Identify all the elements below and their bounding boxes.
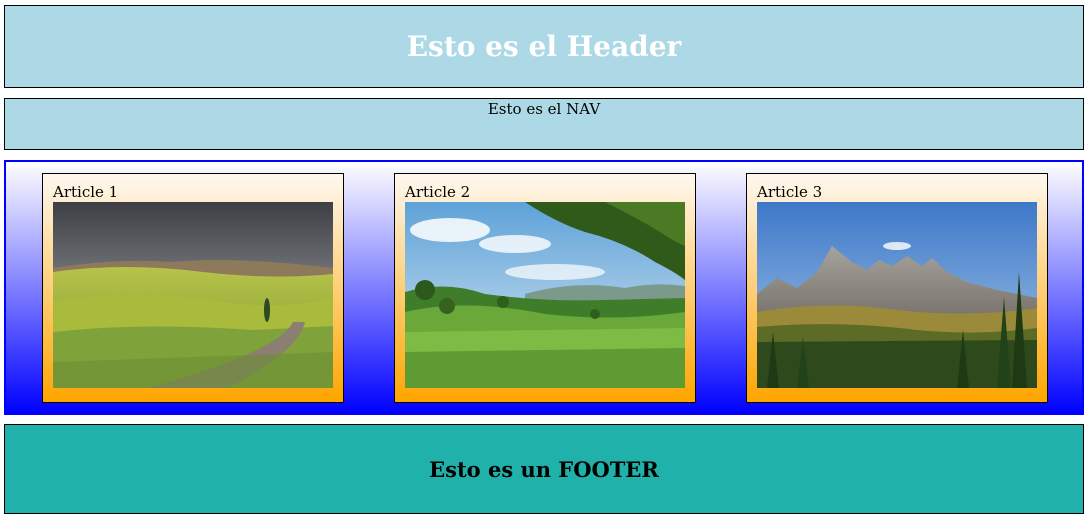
article-image xyxy=(53,202,333,388)
article-title: Article 2 xyxy=(405,183,471,201)
nav-label: Esto es el NAV xyxy=(487,100,601,118)
page-header: Esto es el Header xyxy=(4,5,1084,88)
article-3: Article 3 xyxy=(746,173,1048,403)
footer-title: Esto es un FOOTER xyxy=(429,456,659,482)
article-1: Article 1 xyxy=(42,173,344,403)
article-image xyxy=(405,202,685,388)
article-title: Article 3 xyxy=(757,183,823,201)
nav-bar: Esto es el NAV xyxy=(4,98,1084,150)
page-footer: Esto es un FOOTER xyxy=(4,424,1084,514)
header-title: Esto es el Header xyxy=(406,30,682,63)
article-title: Article 1 xyxy=(53,183,119,201)
article-2: Article 2 xyxy=(394,173,696,403)
main-section: Article 1 Article 2 Article 3 xyxy=(4,160,1084,415)
article-image xyxy=(757,202,1037,388)
